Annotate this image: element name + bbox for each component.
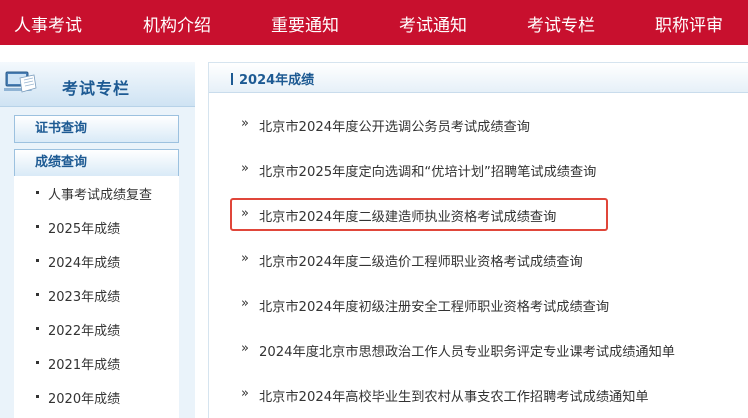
sidebar-section-score-query[interactable]: 成绩查询	[14, 149, 179, 177]
nav-item-about[interactable]: 机构介绍	[143, 11, 211, 36]
double-chevron-icon: »	[241, 116, 249, 131]
double-chevron-icon: »	[241, 386, 249, 401]
list-item-title: 北京市2024年度二级造价工程师职业资格考试成绩查询	[259, 255, 583, 270]
nav-item-exam-column[interactable]: 考试专栏	[527, 11, 595, 36]
sidebar-item-2024[interactable]: 2024年成绩	[14, 244, 179, 278]
sidebar-title: 考试专栏	[62, 79, 131, 98]
list-item-score-link[interactable]: » 北京市2024年度初级注册安全工程师职业资格考试成绩查询	[231, 291, 736, 319]
sidebar-item-2020[interactable]: 2020年成绩	[14, 380, 179, 414]
double-chevron-icon: »	[241, 206, 249, 221]
top-nav: 人事考试 机构介绍 重要通知 考试通知 考试专栏 职称评审	[0, 0, 748, 45]
bullet-icon	[36, 327, 39, 330]
bullet-icon	[36, 191, 39, 194]
double-chevron-icon: »	[241, 341, 249, 356]
sidebar-item-label: 2023年成绩	[48, 290, 121, 305]
list-item-score-link[interactable]: » 北京市2025年度定向选调和“优培计划”招聘笔试成绩查询	[231, 156, 736, 184]
sidebar-header: 考试专栏	[0, 62, 195, 107]
list-item-title: 北京市2024年度二级建造师执业资格考试成绩查询	[259, 210, 557, 225]
nav-item-personnel-exam[interactable]: 人事考试	[14, 11, 82, 36]
double-chevron-icon: »	[241, 161, 249, 176]
bullet-icon	[36, 259, 39, 262]
sidebar-item-label: 2024年成绩	[48, 256, 121, 271]
list-item-score-link[interactable]: » 北京市2024年度二级建造师执业资格考试成绩查询	[231, 201, 736, 229]
sidebar-item-label: 人事考试成绩复查	[48, 188, 153, 203]
bullet-icon	[36, 225, 39, 228]
main-header: 2024年成绩	[209, 63, 748, 93]
double-chevron-icon: »	[241, 296, 249, 311]
nav-item-important-notice[interactable]: 重要通知	[271, 11, 339, 36]
nav-item-title-review[interactable]: 职称评审	[655, 11, 723, 36]
list-item-title: 北京市2024年度公开选调公务员考试成绩查询	[259, 120, 530, 135]
sidebar-item-score-review[interactable]: 人事考试成绩复查	[14, 176, 179, 210]
list-item-score-link[interactable]: » 2024年度北京市思想政治工作人员专业职务评定专业课考试成绩通知单	[231, 336, 736, 364]
list-item-title: 北京市2024年度初级注册安全工程师职业资格考试成绩查询	[259, 300, 610, 315]
nav-item-exam-notice[interactable]: 考试通知	[399, 11, 467, 36]
list-item-title: 2024年度北京市思想政治工作人员专业职务评定专业课考试成绩通知单	[259, 345, 675, 360]
list-item-score-link[interactable]: » 北京市2024年度二级造价工程师职业资格考试成绩查询	[231, 246, 736, 274]
sidebar: 考试专栏 证书查询 成绩查询 人事考试成绩复查 2025年成绩 2024年成绩 …	[0, 62, 195, 418]
sidebar-item-2021[interactable]: 2021年成绩	[14, 346, 179, 380]
list-item-score-link[interactable]: » 北京市2024年高校毕业生到农村从事支农工作招聘考试成绩通知单	[231, 381, 736, 409]
sidebar-section-certificate-query[interactable]: 证书查询	[14, 115, 179, 143]
sidebar-item-label: 2022年成绩	[48, 324, 121, 339]
list-item-title: 北京市2024年高校毕业生到农村从事支农工作招聘考试成绩通知单	[259, 390, 649, 405]
sidebar-item-2025[interactable]: 2025年成绩	[14, 210, 179, 244]
double-chevron-icon: »	[241, 251, 249, 266]
bullet-icon	[36, 395, 39, 398]
sidebar-item-label: 2020年成绩	[48, 392, 121, 407]
book-laptop-icon	[4, 71, 37, 93]
sidebar-item-2023[interactable]: 2023年成绩	[14, 278, 179, 312]
bullet-icon	[36, 293, 39, 296]
sidebar-item-label: 2021年成绩	[48, 358, 121, 373]
sidebar-item-label: 2025年成绩	[48, 222, 121, 237]
header-bar-icon	[231, 73, 233, 85]
bullet-icon	[36, 361, 39, 364]
list-item-title: 北京市2025年度定向选调和“优培计划”招聘笔试成绩查询	[259, 165, 597, 180]
page-title: 2024年成绩	[239, 73, 315, 88]
list-item-score-link[interactable]: » 北京市2024年度公开选调公务员考试成绩查询	[231, 111, 736, 139]
main-panel: 2024年成绩 » 北京市2024年度公开选调公务员考试成绩查询 » 北京市20…	[208, 62, 748, 418]
sidebar-item-2022[interactable]: 2022年成绩	[14, 312, 179, 346]
sidebar-list: 人事考试成绩复查 2025年成绩 2024年成绩 2023年成绩 2022年成绩…	[14, 176, 179, 418]
